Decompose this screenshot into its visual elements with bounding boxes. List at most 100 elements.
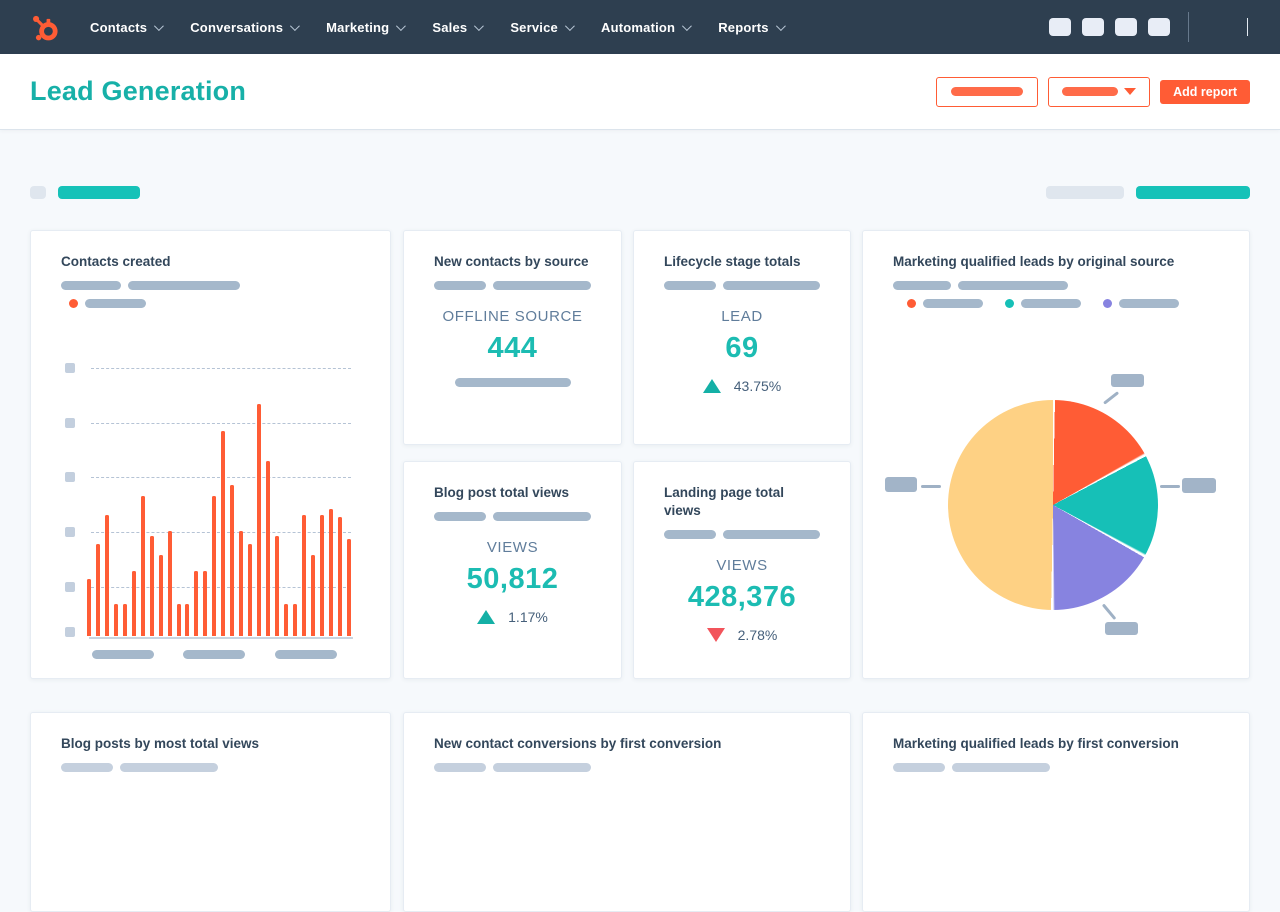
nav-utility-icon-placeholder[interactable]	[1115, 18, 1137, 36]
card-lifecycle-stage-totals: Lifecycle stage totals LEAD 69 43.75%	[633, 230, 851, 445]
bar	[104, 514, 109, 636]
card-title: Blog post total views	[434, 485, 570, 500]
y-axis-tick-placeholder	[65, 363, 75, 373]
placeholder-pill	[722, 281, 820, 290]
header-action-dropdown-button[interactable]	[1048, 76, 1151, 107]
card-new-contact-conversions-by-first-conversion: New contact conversions by first convers…	[403, 712, 851, 912]
nav-item-reports[interactable]: Reports	[718, 19, 786, 35]
nav-item-label: Conversations	[190, 19, 284, 35]
card-title: New contacts by source	[434, 254, 589, 269]
metric-value: 444	[487, 332, 538, 364]
bar	[167, 530, 172, 636]
nav-item-conversations[interactable]: Conversations	[190, 19, 300, 35]
pie-callout-label-placeholder	[885, 477, 917, 492]
filter-placeholder-gray[interactable]	[30, 186, 46, 199]
placeholder-pill	[893, 763, 945, 772]
y-axis-tick-placeholder	[65, 527, 75, 537]
bar	[310, 555, 315, 636]
nav-utility-icon-placeholder[interactable]	[1148, 18, 1170, 36]
bar	[131, 571, 136, 636]
hubspot-logo-icon[interactable]	[26, 8, 64, 46]
bar	[212, 495, 217, 636]
chevron-down-icon	[1247, 18, 1248, 36]
nav-item-marketing[interactable]: Marketing	[326, 19, 407, 35]
card-subtitle-placeholders	[61, 763, 360, 772]
bar	[337, 517, 342, 636]
legend-label-placeholder	[85, 299, 146, 308]
card-subtitle-placeholders	[893, 763, 1219, 772]
nav-item-label: Marketing	[326, 19, 390, 35]
placeholder-pill	[893, 281, 951, 290]
bar	[328, 509, 333, 636]
add-report-button[interactable]: Add report	[1160, 79, 1250, 104]
x-axis-line	[89, 637, 353, 639]
legend-dot-icon	[1103, 299, 1112, 308]
bar	[346, 538, 351, 636]
bar	[301, 514, 306, 636]
bar	[185, 603, 190, 636]
account-menu-chevron[interactable]	[1247, 18, 1248, 36]
metric-label: VIEWS	[486, 539, 539, 556]
metric-value: 69	[725, 332, 759, 364]
filter-placeholder-gray[interactable]	[1046, 186, 1124, 199]
header-action-button-1[interactable]	[936, 76, 1039, 107]
pie-callout-label-placeholder	[1182, 478, 1216, 493]
nav-item-sales[interactable]: Sales	[432, 20, 485, 35]
y-axis-tick-placeholder	[65, 472, 75, 482]
card-title: Blog posts by most total views	[61, 736, 260, 751]
delta-value: 2.78%	[737, 627, 778, 643]
card-subtitle-placeholders	[664, 281, 820, 290]
page-title: Lead Generation	[30, 76, 247, 106]
bar	[95, 544, 100, 636]
legend-item	[907, 299, 983, 308]
card-subtitle-placeholders	[434, 763, 820, 772]
placeholder-pill	[61, 763, 113, 772]
chart-legend	[907, 299, 1219, 308]
nav-menu: Contacts Conversations Marketing Sales S…	[90, 19, 786, 35]
nav-divider	[1188, 12, 1189, 42]
y-axis-tick-placeholder	[65, 627, 75, 637]
nav-item-automation[interactable]: Automation	[601, 20, 693, 35]
header-actions: Add report	[936, 76, 1250, 107]
nav-item-label: Reports	[718, 19, 769, 35]
placeholder-pill	[434, 281, 486, 290]
card-landing-page-total-views: Landing page total views VIEWS 428,376 2…	[633, 461, 851, 679]
mql-pie-chart	[948, 400, 1158, 610]
filter-placeholder-teal[interactable]	[1136, 186, 1250, 199]
pie-callout-line	[1103, 391, 1120, 405]
card-title: Landing page total views	[664, 485, 784, 518]
nav-utility-icon-placeholder[interactable]	[1049, 18, 1071, 36]
chevron-down-icon	[396, 20, 407, 31]
legend-label-placeholder	[1119, 299, 1179, 308]
bar	[140, 495, 145, 636]
delta-value: 1.17%	[508, 609, 548, 625]
filter-placeholder-teal[interactable]	[58, 186, 140, 199]
placeholder-pill	[434, 512, 486, 521]
button-label-placeholder	[951, 87, 1024, 96]
legend-dot-icon	[907, 299, 916, 308]
nav-item-service[interactable]: Service	[510, 20, 575, 35]
nav-utility-icon-placeholder[interactable]	[1082, 18, 1104, 36]
bar	[221, 430, 226, 636]
card-blog-posts-by-most-total-views: Blog posts by most total views	[30, 712, 391, 912]
placeholder-pill	[120, 763, 218, 772]
card-title: Marketing qualified leads by first conve…	[893, 736, 1179, 751]
metric-delta: 2.78%	[664, 627, 820, 643]
x-axis-label-placeholder	[183, 650, 245, 659]
page-header: Lead Generation Add report	[0, 54, 1280, 130]
placeholder-pill	[128, 281, 240, 290]
bar	[319, 514, 324, 636]
placeholder-pill	[958, 281, 1068, 290]
bar	[122, 603, 127, 636]
card-subtitle-placeholders	[434, 281, 591, 290]
metric-label: VIEWS	[716, 557, 768, 574]
metric-label: LEAD	[721, 308, 763, 325]
placeholder-pill	[493, 512, 591, 521]
legend-item	[1005, 299, 1081, 308]
nav-item-contacts[interactable]: Contacts	[90, 20, 165, 35]
button-label-placeholder	[1062, 87, 1119, 96]
legend-dot-icon	[69, 299, 78, 308]
metric-value: 428,376	[687, 581, 797, 613]
pie-callout-label-placeholder	[1105, 622, 1138, 635]
pie-callout-line	[1160, 485, 1180, 488]
